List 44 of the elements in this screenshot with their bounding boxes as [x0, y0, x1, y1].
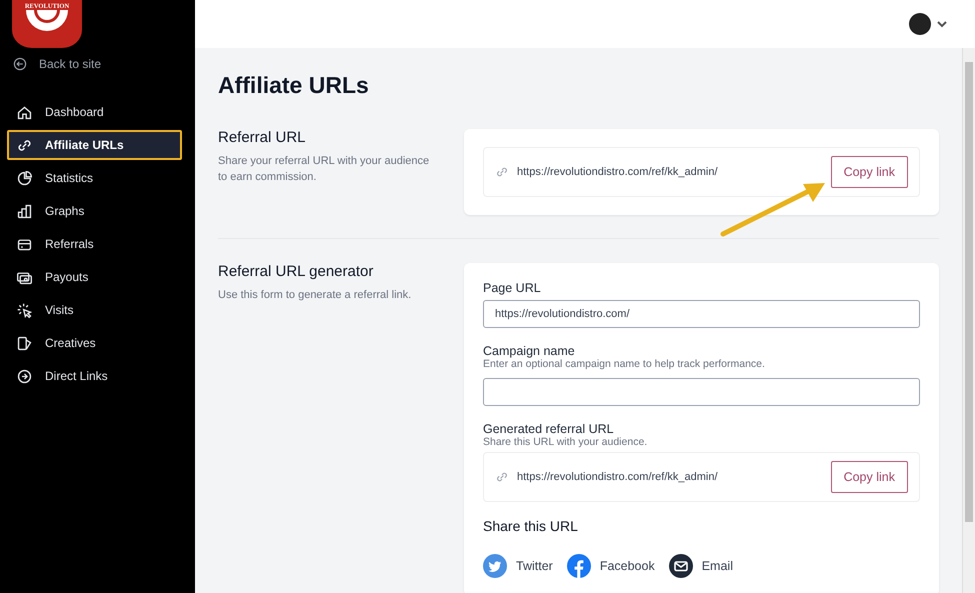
sidebar-item[interactable]: Statistics — [7, 163, 182, 193]
back-to-site-link[interactable]: Back to site — [0, 48, 195, 71]
field-label: Generated referral URL — [483, 422, 615, 436]
copy-link-button[interactable]: Copy link — [830, 156, 908, 188]
share-link[interactable]: Twitter — [483, 554, 553, 578]
referral-url: https://revolutiondistro.com/ref/kk_admin/ — [517, 166, 719, 178]
share-title: Share this URL — [483, 518, 579, 534]
house-icon — [16, 104, 33, 120]
field-hint: Enter an optional campaign name to help track performance. — [483, 358, 766, 370]
share-link[interactable]: Email — [668, 554, 733, 578]
scrollbar-thumb[interactable] — [965, 62, 973, 522]
sidebar-item[interactable]: Creatives — [7, 328, 182, 358]
share-link[interactable]: Facebook — [566, 554, 655, 578]
field-hint: Share this URL with your audience. — [483, 436, 648, 448]
facebook-icon — [566, 554, 591, 578]
page-title: Affiliate URLs — [218, 72, 370, 99]
cursor-icon — [16, 302, 33, 318]
field-label: Campaign name — [483, 344, 576, 358]
campaign-name-field[interactable] — [483, 378, 920, 406]
copy-link-button[interactable]: Copy link — [830, 461, 908, 493]
pie-chart-icon — [16, 170, 33, 186]
bird-icon — [483, 554, 507, 578]
link-icon — [495, 470, 509, 484]
link-icon — [495, 165, 509, 179]
avatar[interactable] — [909, 13, 931, 35]
bar-chart-icon — [16, 202, 33, 220]
section-title: Referral URL generator — [218, 263, 374, 280]
section-description: Share your referral URL with your audience to earn commission. — [218, 154, 430, 185]
chevron-down-icon[interactable] — [937, 19, 947, 29]
arrow-circle-icon — [16, 368, 33, 384]
generated-url: https://revolutiondistro.com/ref/kk_admin/ — [517, 471, 719, 483]
sidebar-item[interactable]: Graphs — [7, 196, 182, 226]
sidebar-item[interactable]: Direct Links — [7, 361, 182, 391]
sidebar-item[interactable]: Affiliate URLs — [7, 130, 182, 160]
page-url-field[interactable]: https://revolutiondistro.com/ — [483, 300, 920, 328]
section-description: Use this form to generate a referral link. — [218, 288, 412, 303]
section-title: Referral URL — [218, 129, 307, 146]
field-label: Page URL — [483, 281, 542, 295]
document-icon — [16, 334, 33, 352]
sidebar-item[interactable]: Referrals — [7, 229, 182, 259]
sidebar-item[interactable]: Payouts — [7, 262, 182, 292]
sidebar-item[interactable]: Dashboard — [7, 97, 182, 127]
envelope-icon — [668, 554, 693, 578]
sidebar-item[interactable]: Visits — [7, 295, 182, 325]
